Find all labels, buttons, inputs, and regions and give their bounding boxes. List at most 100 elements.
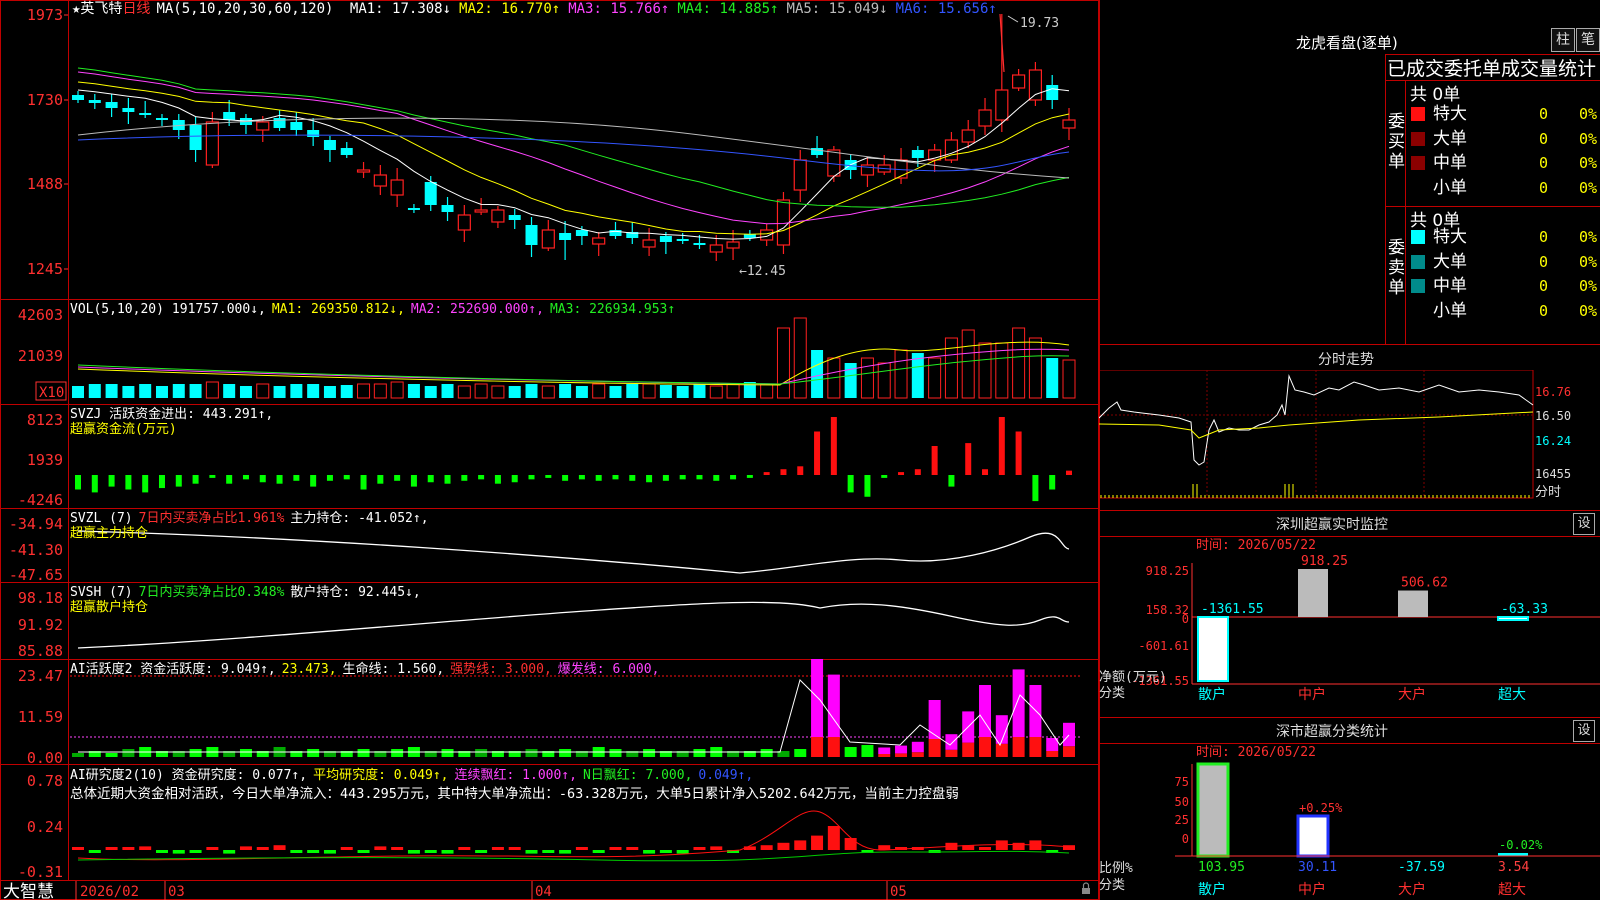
research-bar: [1012, 842, 1025, 850]
fund-flow-bar: [108, 475, 115, 487]
fund-flow-bar: [326, 475, 333, 481]
category-label: 中户: [1298, 881, 1326, 898]
research-bar: [794, 840, 807, 850]
research-bar: [995, 840, 1008, 850]
fund-flow-bar: [494, 475, 501, 484]
sidebar-title: 龙虎看盘(逐单): [1296, 34, 1398, 52]
row-value: 0: [1539, 301, 1549, 320]
fund-flow-bar: [595, 475, 602, 481]
sell-row[interactable]: 特大 0 0%: [1407, 225, 1600, 249]
lock-icon[interactable]: [1082, 882, 1090, 894]
research-bar: [643, 850, 656, 854]
monitor-y-title: 净额(万元): [1099, 670, 1167, 685]
bottom-value: 3.54: [1498, 860, 1529, 875]
volume-bar: [172, 384, 185, 398]
bar-mode-button[interactable]: 柱: [1551, 28, 1575, 52]
row-value: 0%: [1579, 301, 1598, 320]
volume-bar: [860, 357, 874, 399]
research-bar: [88, 850, 101, 853]
buy-row[interactable]: 中单 0 0%: [1407, 151, 1600, 175]
vol-value: 191757.000↓,: [172, 302, 266, 317]
volume-bar: [508, 386, 521, 398]
row-label: 中单: [1433, 276, 1467, 296]
volume-bar: [961, 329, 975, 399]
fund-flow-bar: [679, 475, 686, 480]
volume-bar: [676, 386, 689, 398]
buy-row[interactable]: 大单 0 0%: [1407, 127, 1600, 151]
candle: [323, 140, 336, 150]
activity-bar: [827, 737, 840, 757]
kline-chart-area[interactable]: 19.73 ←12.45 1973 1730 1488 1245 42603 21…: [0, 0, 1100, 900]
research-bar: [676, 850, 689, 854]
research-bar: [172, 850, 185, 854]
candle: [508, 215, 521, 220]
candle: [290, 122, 303, 130]
bottom-value: 103.95: [1198, 860, 1245, 875]
volume-bar: [693, 384, 706, 398]
vol-unit: X10: [39, 385, 64, 401]
brand-label: 大智慧: [3, 882, 54, 900]
stats-chart[interactable]: 时间: 2026/05/22 75 50 25 0 +0.25% -0.02% 103.95 3…: [1099, 744, 1600, 900]
volume-bar: [189, 384, 202, 398]
fund-flow-bar: [1066, 470, 1072, 475]
fund-flow-bar: [545, 475, 552, 478]
research-bar: [155, 850, 168, 853]
volume-bar: [223, 384, 236, 398]
stats-settings-button[interactable]: 设: [1573, 720, 1595, 742]
vol-ma2: MA2: 252690.000↑,: [411, 302, 544, 317]
research-bar: [340, 847, 353, 850]
fund-flow-bar: [578, 475, 585, 480]
research-bar: [458, 847, 471, 850]
ai-active-v3: 生命线: 1.560,: [343, 661, 445, 677]
row-value: 0%: [1579, 178, 1598, 197]
research-bar: [256, 847, 269, 850]
monitor-settings-button[interactable]: 设: [1573, 513, 1595, 535]
y-tick: 23.47: [18, 667, 63, 685]
volume-bar: [441, 384, 454, 398]
fund-flow-bar: [746, 475, 753, 478]
fund-flow-bar: [629, 475, 636, 481]
ma3-label: MA3: 15.766↑: [568, 1, 669, 17]
pct-label: -0.02%: [1499, 838, 1543, 852]
intraday-chart[interactable]: 16.76 16.50 16.24 16455 分时: [1099, 370, 1600, 510]
stats-y-title: 比例%: [1099, 861, 1133, 876]
candle: [1046, 85, 1059, 100]
intraday-unit: 分时: [1535, 485, 1561, 500]
sell-row[interactable]: 中单 0 0%: [1407, 274, 1600, 298]
x-axis-label: 2026/02: [80, 884, 139, 900]
volume-bar: [659, 385, 672, 398]
intraday-y-tick: 16.24: [1535, 434, 1571, 448]
activity-bar: [895, 745, 908, 754]
research-bar: [290, 850, 303, 853]
fund-flow-bar: [696, 475, 703, 480]
y-tick: 1488: [27, 175, 63, 193]
volume-bar: [122, 386, 135, 398]
activity-bar: [1029, 737, 1042, 757]
fund-flow-bar: [1049, 475, 1056, 490]
sell-row[interactable]: 小单 0 0%: [1407, 299, 1600, 323]
y-tick: 91.92: [18, 616, 63, 634]
fund-flow-bar: [881, 475, 888, 478]
volume-bar: [340, 385, 353, 398]
research-bar: [105, 847, 118, 850]
pen-mode-button[interactable]: 笔: [1576, 28, 1600, 52]
svzl-title-line: SVZL (7) 7日内买卖净占比1.961% 主力持仓: -41.052↑,: [70, 510, 429, 526]
high-pointer: [1007, 15, 1019, 23]
y-tick: 0.24: [27, 818, 63, 836]
candle: [256, 121, 270, 131]
sell-row[interactable]: 大单 0 0%: [1407, 250, 1600, 274]
monitor-chart[interactable]: 时间: 2026/05/22918.25158.320-601.61-1361.…: [1099, 537, 1600, 717]
buy-row[interactable]: 特大 0 0%: [1407, 102, 1600, 126]
candle: [559, 233, 572, 240]
svzl-title-a: SVZL (7): [70, 511, 133, 526]
activity-bar: [1046, 751, 1059, 757]
activity-bar: [878, 754, 891, 757]
fund-flow-bar: [948, 475, 955, 487]
x-axis-label: 03: [168, 884, 185, 900]
volume-bar: [273, 386, 286, 398]
volume-bar: [944, 337, 958, 399]
research-bar: [979, 847, 992, 850]
volume-bar: [911, 353, 924, 398]
buy-row[interactable]: 小单 0 0%: [1407, 176, 1600, 200]
fund-flow-bar: [914, 469, 921, 475]
